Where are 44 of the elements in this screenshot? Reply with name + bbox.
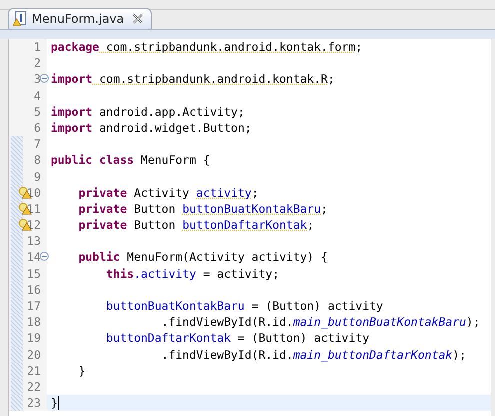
- code-line: public MenuForm(Activity activity) {: [78, 249, 328, 266]
- code-line: }: [51, 395, 58, 412]
- line-number: 22: [27, 378, 41, 396]
- line-number: 14: [27, 249, 41, 266]
- line-number: 8: [34, 152, 41, 169]
- code-line: package com.stripbandunk.android.kontak.form;: [51, 39, 363, 56]
- line-number: 15: [27, 266, 41, 282]
- code-line: import com.stripbandunk.android.kontak.R;: [51, 71, 335, 88]
- code-line: import android.app.Activity;: [51, 104, 245, 120]
- code-line: this.activity = activity;: [105, 266, 280, 282]
- code-line: public class MenuForm {: [51, 152, 210, 168]
- tab-title: MenuForm.java: [32, 11, 124, 28]
- code-line: buttonBuatKontakBaru = (Button) activity: [105, 298, 384, 314]
- code-line: private Button buttonDaftarKontak;: [78, 217, 314, 234]
- line-number: 20: [27, 346, 41, 363]
- close-icon[interactable]: [133, 14, 144, 24]
- code-line: private Activity activity;: [78, 184, 259, 201]
- java-file-warning-icon: [13, 11, 27, 27]
- line-number: 16: [27, 282, 41, 298]
- code-line: .findViewById(R.id.main_buttonBuatKontakBaru);: [160, 314, 480, 330]
- code-line: import android.widget.Button;: [51, 120, 252, 136]
- code-line: }: [78, 362, 86, 379]
- line-number: 9: [34, 168, 41, 185]
- line-number: 7: [34, 136, 41, 152]
- line-number: 3: [34, 71, 41, 88]
- editor-tab[interactable]: MenuForm.java: [8, 8, 152, 29]
- code-line: buttonDaftarKontak = (Button) activity: [105, 330, 370, 347]
- collapse-icon[interactable]: [40, 74, 49, 84]
- line-number: 2: [34, 55, 41, 72]
- code-line: private Button buttonBuatKontakBaru;: [78, 200, 328, 218]
- line-number: 1: [34, 39, 41, 56]
- line-number: 5: [34, 104, 41, 120]
- line-number: 6: [34, 120, 41, 136]
- line-number: 17: [27, 298, 41, 314]
- line-number: 21: [27, 362, 41, 379]
- line-number: 4: [34, 88, 41, 104]
- collapse-icon[interactable]: [40, 252, 49, 262]
- line-number: 18: [27, 314, 41, 330]
- line-number: 19: [27, 330, 41, 347]
- line-number: 13: [27, 233, 41, 250]
- code-line: .findViewById(R.id.main_buttonDaftarKontak);: [160, 346, 466, 363]
- line-number: 23: [27, 395, 41, 412]
- line-number: 10: [27, 184, 41, 201]
- code-editor[interactable]: [8, 39, 491, 416]
